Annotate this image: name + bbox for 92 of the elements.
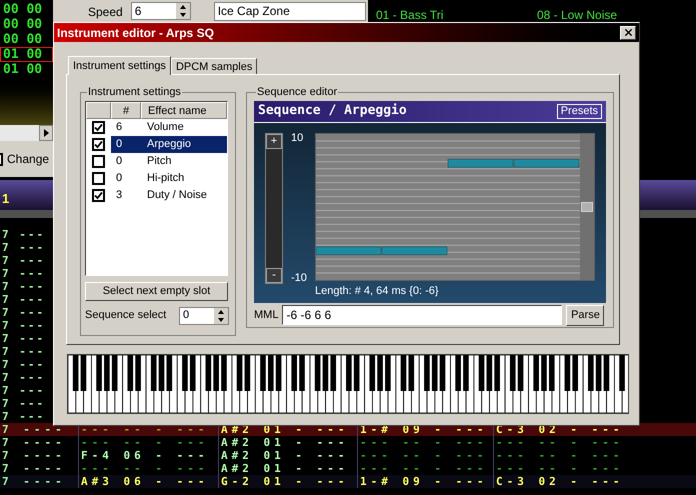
checkbox[interactable] xyxy=(92,188,105,202)
pattern-cell[interactable]: 7 --- xyxy=(0,345,46,358)
pattern-cell[interactable]: --- -- - --- xyxy=(78,436,218,449)
pattern-cell[interactable]: 7 ---- xyxy=(0,475,78,488)
group-title: Instrument settings xyxy=(87,85,182,100)
checkbox[interactable] xyxy=(92,172,105,184)
pattern-cell[interactable]: F-4 06 - --- xyxy=(78,449,218,462)
scroll-thumb[interactable] xyxy=(581,202,593,212)
sequence-header: Sequence / Arpeggio Presets xyxy=(254,100,606,122)
pattern-cell[interactable]: 7 --- xyxy=(0,397,46,410)
column-header[interactable]: Effect name xyxy=(141,102,227,118)
order-row[interactable]: 01 00 xyxy=(0,62,53,77)
effect-row[interactable]: 6 Volume xyxy=(111,118,227,136)
pattern-cell[interactable]: 7 --- xyxy=(0,358,46,371)
column-header[interactable]: # xyxy=(111,102,141,118)
speed-label: Speed xyxy=(88,4,123,21)
column-header xyxy=(86,102,111,118)
sequence-select-spinner[interactable]: 0 xyxy=(179,306,229,324)
order-row[interactable]: 01 00 xyxy=(0,47,53,62)
vertical-scrollbar[interactable] xyxy=(580,134,594,280)
pattern-cell[interactable]: 7 --- xyxy=(0,293,46,306)
pattern-cell[interactable]: 7 --- xyxy=(0,228,46,241)
instrument-item[interactable]: 08 - Low Noise xyxy=(535,8,620,22)
mml-input[interactable]: -6 -6 6 6 xyxy=(282,305,562,325)
sequence-select-label: Sequence select xyxy=(85,308,166,324)
order-row[interactable]: 00 00 xyxy=(0,32,53,47)
window-title: Instrument editor - Arps SQ xyxy=(57,24,214,42)
length-text: Length: # 4, 64 ms {0: -6} xyxy=(315,284,440,298)
change-all-label: Change xyxy=(7,151,50,168)
pattern-cell[interactable]: A#3 06 - --- xyxy=(78,475,218,488)
axis-label: 10 xyxy=(291,132,304,144)
checkbox[interactable] xyxy=(92,154,105,168)
presets-button[interactable]: Presets xyxy=(556,104,602,118)
parse-button[interactable]: Parse xyxy=(566,304,604,326)
pattern-cell[interactable]: 1-# 09 - --- xyxy=(357,475,493,488)
effect-number: 0 xyxy=(115,136,124,152)
effect-row[interactable]: 0 Arpeggio xyxy=(111,136,227,152)
order-row[interactable]: 00 00 xyxy=(0,17,53,32)
pattern-cell[interactable]: A#2 01 - --- xyxy=(218,436,357,449)
order-row[interactable]: 00 00 xyxy=(0,2,53,17)
pattern-cell[interactable]: G-2 01 - --- xyxy=(218,475,357,488)
pattern-cell[interactable]: 7 --- xyxy=(0,332,46,345)
pattern-cell[interactable]: A#2 01 - --- xyxy=(218,449,357,462)
effect-number: 0 xyxy=(115,154,124,169)
pattern-row[interactable]: 7 ---- A#3 06 - --- G-2 01 - --- 1-# 09 - --- C-3 02 - --- xyxy=(0,475,696,488)
effect-row[interactable]: 0 Pitch xyxy=(111,152,227,170)
effect-name: Arpeggio xyxy=(146,136,192,152)
pattern-cell[interactable]: 7 --- xyxy=(0,254,46,267)
group-title: Sequence editor xyxy=(256,85,338,100)
pattern-row[interactable]: 7 ---- --- -- - --- A#2 01 - --- --- -- - --- --- -- - --- xyxy=(0,436,696,449)
song-title-field[interactable]: Ice Cap Zone xyxy=(214,2,366,21)
effect-row[interactable]: 3 Duty / Noise xyxy=(111,186,227,204)
pattern-cell[interactable]: --- -- - --- xyxy=(493,436,633,449)
piano-keyboard-drawing[interactable] xyxy=(67,354,629,414)
axis-label: -10 xyxy=(291,272,308,284)
pattern-cell[interactable]: 7 --- xyxy=(0,319,46,332)
close-button[interactable] xyxy=(620,26,636,40)
pattern-row[interactable]: 7 ---- F-4 06 - --- A#2 01 - --- --- -- - --- --- -- - --- xyxy=(0,449,696,462)
effect-number: 3 xyxy=(115,188,124,203)
pattern-cell[interactable]: --- -- - --- xyxy=(357,436,493,449)
pattern-cell[interactable]: 7 --- xyxy=(0,384,46,397)
effect-number: 6 xyxy=(115,120,124,135)
pattern-cell[interactable]: 7 --- xyxy=(0,410,46,423)
pattern-cell[interactable]: C-3 02 - --- xyxy=(493,475,633,488)
scrollbar[interactable] xyxy=(0,125,53,141)
effect-name: Volume xyxy=(146,120,184,135)
pattern-cell[interactable]: 7 --- xyxy=(0,280,46,293)
pattern-cell[interactable]: --- -- - --- xyxy=(493,449,633,462)
instrument-item[interactable]: 01 - Bass Tri xyxy=(374,8,446,22)
pattern-cell[interactable]: 7 --- xyxy=(0,306,46,319)
pattern-cell[interactable]: 7 ---- xyxy=(0,449,78,462)
pattern-cell[interactable]: 7 ---- xyxy=(0,423,78,436)
speed-spinner[interactable]: 6 xyxy=(130,2,191,20)
effect-list[interactable]: # Effect name 6 Volume 0 Arpeggio 0 Pitch 0 Hi-pitch 3 Duty / Noise xyxy=(85,100,228,276)
pattern-cell[interactable]: 7 --- xyxy=(0,371,46,384)
tab[interactable]: Instrument settings xyxy=(68,56,171,75)
checkbox-edge[interactable] xyxy=(0,152,3,166)
close-icon xyxy=(622,27,634,38)
effect-name: Pitch xyxy=(146,154,172,169)
mml-label: MML xyxy=(254,308,278,323)
checkbox[interactable] xyxy=(92,138,105,150)
pattern-cell[interactable]: 7 ---- xyxy=(0,462,78,475)
effect-name: Duty / Noise xyxy=(146,188,207,203)
pattern-cell[interactable]: --- -- - --- xyxy=(357,449,493,462)
tab[interactable]: DPCM samples xyxy=(170,58,258,74)
pattern-cell[interactable]: 7 ---- xyxy=(0,436,78,449)
checkbox[interactable] xyxy=(92,120,105,134)
select-next-empty-slot-button[interactable]: Select next empty slot xyxy=(85,282,228,300)
pattern-cell[interactable]: 7 --- xyxy=(0,241,46,254)
minus-button[interactable]: - xyxy=(266,268,282,282)
pattern-cell[interactable]: 7 --- xyxy=(0,267,46,280)
plus-button[interactable]: + xyxy=(266,134,282,148)
